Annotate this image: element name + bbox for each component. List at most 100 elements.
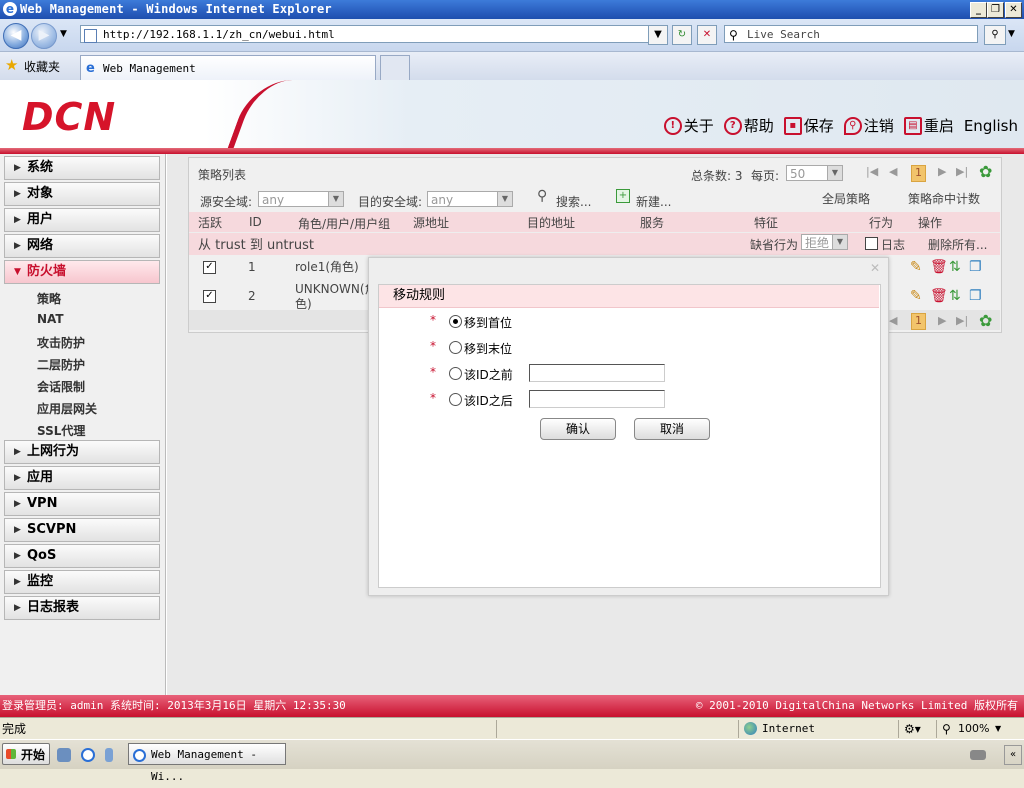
copy-icon[interactable]: ❐ <box>969 259 982 275</box>
src-zone-select[interactable]: any ▼ <box>258 191 344 207</box>
favorites-tab-bar: ★ 收藏夹 Web Management e <box>0 52 1024 81</box>
keyboard-icon[interactable] <box>970 750 986 760</box>
first-page-icon[interactable]: |◀ <box>866 165 878 178</box>
delete-all-link[interactable]: 删除所有... <box>928 236 987 253</box>
after-id-input[interactable] <box>529 390 665 408</box>
protected-mode-icon[interactable]: ⚙▾ <box>904 718 921 740</box>
refresh-icon[interactable]: ✿ <box>979 162 992 181</box>
address-dropdown-icon[interactable]: ▼ <box>648 25 668 45</box>
delete-icon[interactable]: 🗑 <box>930 288 948 304</box>
restore-button[interactable]: ❐ <box>987 2 1004 18</box>
status-divider <box>496 720 497 738</box>
nav-help-label: 帮助 <box>743 117 774 135</box>
menu-scvpn[interactable]: ▶ SCVPN <box>4 518 160 542</box>
current-page-bottom: 1 <box>911 313 926 330</box>
menu-qos[interactable]: ▶ QoS <box>4 544 160 568</box>
new-link[interactable]: 新建... <box>636 193 671 210</box>
ie-quicklaunch-icon[interactable] <box>81 748 95 762</box>
cancel-button[interactable]: 取消 <box>634 418 710 440</box>
radio-move-last[interactable] <box>449 341 462 354</box>
edit-icon[interactable]: ✎ <box>910 259 922 275</box>
menu-web-behavior[interactable]: ▶ 上网行为 <box>4 440 160 464</box>
submenu-layer2-defense[interactable]: 二层防护 <box>37 356 85 373</box>
prev-page-icon[interactable]: ◀ <box>889 314 897 327</box>
stop-button[interactable]: ✕ <box>697 25 717 45</box>
favorites-star-icon[interactable]: ★ <box>5 56 18 74</box>
refresh-icon[interactable]: ✿ <box>979 311 992 330</box>
nav-logout[interactable]: ⚲ 注销 <box>843 115 894 136</box>
zoom-icon[interactable]: ⚲ <box>942 718 951 740</box>
row1-active-checkbox[interactable]: ✓ <box>203 261 216 274</box>
row2-id: 2 <box>248 289 256 303</box>
minimize-button[interactable]: _ <box>970 2 987 18</box>
submenu-policy[interactable]: 策略 <box>37 290 61 307</box>
live-search-input[interactable]: Live Search <box>724 25 978 43</box>
move-icon[interactable]: ⇅ <box>949 288 961 304</box>
favorites-label[interactable]: 收藏夹 <box>24 58 60 75</box>
before-id-input[interactable] <box>529 364 665 382</box>
menu-vpn[interactable]: ▶ VPN <box>4 492 160 516</box>
nav-restart[interactable]: ▤ 重启 <box>903 115 954 136</box>
search-go-button[interactable]: ⚲ <box>984 25 1006 45</box>
search-link[interactable]: 搜索... <box>556 193 591 210</box>
move-icon[interactable]: ⇅ <box>949 259 961 275</box>
menu-user[interactable]: ▶ 用户 <box>4 208 160 232</box>
last-page-icon[interactable]: ▶| <box>956 314 968 327</box>
next-page-icon[interactable]: ▶ <box>938 165 946 178</box>
menu-log-report[interactable]: ▶ 日志报表 <box>4 596 160 620</box>
confirm-button[interactable]: 确认 <box>540 418 616 440</box>
delete-icon[interactable]: 🗑 <box>930 259 948 275</box>
address-input[interactable]: http://192.168.1.1/zh_cn/webui.html <box>80 25 662 43</box>
menu-firewall[interactable]: ▼ 防火墙 <box>4 260 160 284</box>
search-options-icon[interactable]: ▼ <box>1008 29 1015 39</box>
search-icon: ⚲ <box>729 28 738 42</box>
menu-monitor[interactable]: ▶ 监控 <box>4 570 160 594</box>
nav-english[interactable]: English <box>964 115 1018 136</box>
page-footer: 登录管理员: admin 系统时间: 2013年3月16日 星期六 12:35:… <box>0 695 1024 717</box>
submenu-alg[interactable]: 应用层网关 <box>37 400 97 417</box>
menu-object[interactable]: ▶ 对象 <box>4 182 160 206</box>
windows-flag-icon <box>6 749 16 759</box>
forward-button[interactable]: ▶ <box>31 23 57 49</box>
dialog-close-icon[interactable]: ✕ <box>870 261 880 275</box>
per-page-select[interactable]: 50 ▼ <box>786 165 843 181</box>
zoom-level[interactable]: 100% <box>958 718 989 740</box>
dst-zone-select[interactable]: any ▼ <box>427 191 513 207</box>
menu-system[interactable]: ▶ 系统 <box>4 156 160 180</box>
taskbar-ie-window[interactable]: Web Management - Wi... <box>128 743 286 783</box>
close-button[interactable]: ✕ <box>1005 2 1022 18</box>
submenu-session-limit[interactable]: 会话限制 <box>37 378 85 395</box>
prev-page-icon[interactable]: ◀ <box>889 165 897 178</box>
default-action-select[interactable]: 拒绝 ▼ <box>801 234 848 250</box>
nav-help[interactable]: ? 帮助 <box>723 115 774 136</box>
menu-application[interactable]: ▶ 应用 <box>4 466 160 490</box>
new-tab-button[interactable] <box>380 55 410 81</box>
server-manager-icon[interactable] <box>105 748 113 762</box>
global-policy-link[interactable]: 全局策略 <box>822 190 870 207</box>
next-page-icon[interactable]: ▶ <box>938 314 946 327</box>
submenu-nat[interactable]: NAT <box>37 312 64 326</box>
log-checkbox[interactable] <box>865 237 878 250</box>
history-dropdown-icon[interactable]: ▼ <box>60 29 67 39</box>
last-page-icon[interactable]: ▶| <box>956 165 968 178</box>
nav-about[interactable]: ! 关于 <box>663 115 714 136</box>
back-button[interactable]: ◀ <box>3 23 29 49</box>
tray-expand-icon[interactable]: « <box>1004 745 1022 765</box>
radio-after-id[interactable] <box>449 393 462 406</box>
status-text: 完成 <box>2 722 27 736</box>
copy-icon[interactable]: ❐ <box>969 288 982 304</box>
edit-icon[interactable]: ✎ <box>910 288 922 304</box>
tab-ie-icon: e <box>86 61 95 76</box>
radio-before-id[interactable] <box>449 367 462 380</box>
explorer-icon[interactable] <box>57 748 71 762</box>
row2-active-checkbox[interactable]: ✓ <box>203 290 216 303</box>
submenu-attack-defense[interactable]: 攻击防护 <box>37 334 85 351</box>
refresh-button[interactable]: ↻ <box>672 25 692 45</box>
radio-move-first[interactable] <box>449 315 462 328</box>
zoom-dropdown-icon[interactable]: ▼ <box>995 718 1001 740</box>
nav-save[interactable]: ▪ 保存 <box>783 115 834 136</box>
hit-count-link[interactable]: 策略命中计数 <box>908 190 980 207</box>
menu-network[interactable]: ▶ 网络 <box>4 234 160 258</box>
submenu-ssl-proxy[interactable]: SSL代理 <box>37 422 85 439</box>
browser-tab[interactable]: Web Management <box>80 55 376 80</box>
